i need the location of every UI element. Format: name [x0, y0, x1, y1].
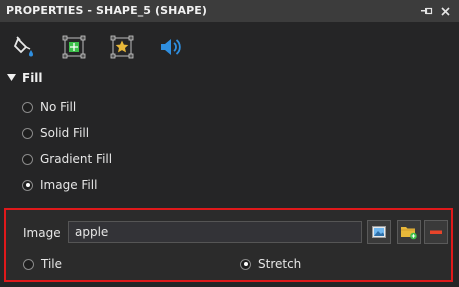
no-fill-radio[interactable]: No Fill: [22, 98, 76, 116]
fill-bucket-icon[interactable]: [10, 32, 40, 62]
gradient-fill-radio[interactable]: Gradient Fill: [22, 150, 112, 168]
radio-indicator[interactable]: [22, 179, 33, 191]
remove-image-button[interactable]: [424, 220, 448, 244]
title-bar: PROPERTIES - SHAPE_5 (SHAPE): [0, 0, 459, 22]
image-label: Image: [23, 226, 61, 240]
radio-label: Solid Fill: [40, 126, 90, 140]
radio-indicator[interactable]: [22, 101, 33, 113]
stretch-radio[interactable]: Stretch: [240, 255, 301, 273]
minus-icon: [430, 230, 442, 234]
pin-icon[interactable]: [419, 3, 435, 19]
fill-section-label: Fill: [22, 71, 43, 85]
radio-label: Stretch: [258, 257, 302, 271]
folder-add-icon: [401, 227, 417, 240]
radio-indicator[interactable]: [23, 258, 34, 270]
star-frame-icon[interactable]: [107, 32, 137, 62]
sound-icon[interactable]: [155, 32, 185, 62]
fill-section-header[interactable]: Fill: [0, 69, 459, 87]
properties-panel: PROPERTIES - SHAPE_5 (SHAPE) Fill No Fil…: [0, 0, 459, 287]
solid-fill-radio[interactable]: Solid Fill: [22, 124, 89, 142]
radio-indicator[interactable]: [22, 127, 33, 139]
resize-icon[interactable]: [59, 32, 89, 62]
radio-label: No Fill: [40, 100, 77, 114]
collapse-triangle-icon[interactable]: [7, 74, 16, 81]
properties-toolbar: [0, 22, 459, 68]
image-fill-radio[interactable]: Image Fill: [22, 176, 97, 194]
radio-label: Tile: [41, 257, 63, 271]
image-name-input[interactable]: [68, 221, 362, 243]
open-image-button[interactable]: [397, 220, 421, 244]
tile-radio[interactable]: Tile: [23, 255, 62, 273]
image-preview-button[interactable]: [367, 220, 391, 244]
image-settings-box: Image Tile: [4, 208, 453, 282]
window-title: PROPERTIES - SHAPE_5 (SHAPE): [6, 4, 207, 17]
picture-icon: [372, 226, 386, 238]
close-icon[interactable]: [437, 3, 453, 19]
radio-indicator[interactable]: [240, 258, 251, 270]
radio-label: Gradient Fill: [40, 152, 113, 166]
radio-indicator[interactable]: [22, 153, 33, 165]
radio-label: Image Fill: [40, 178, 98, 192]
